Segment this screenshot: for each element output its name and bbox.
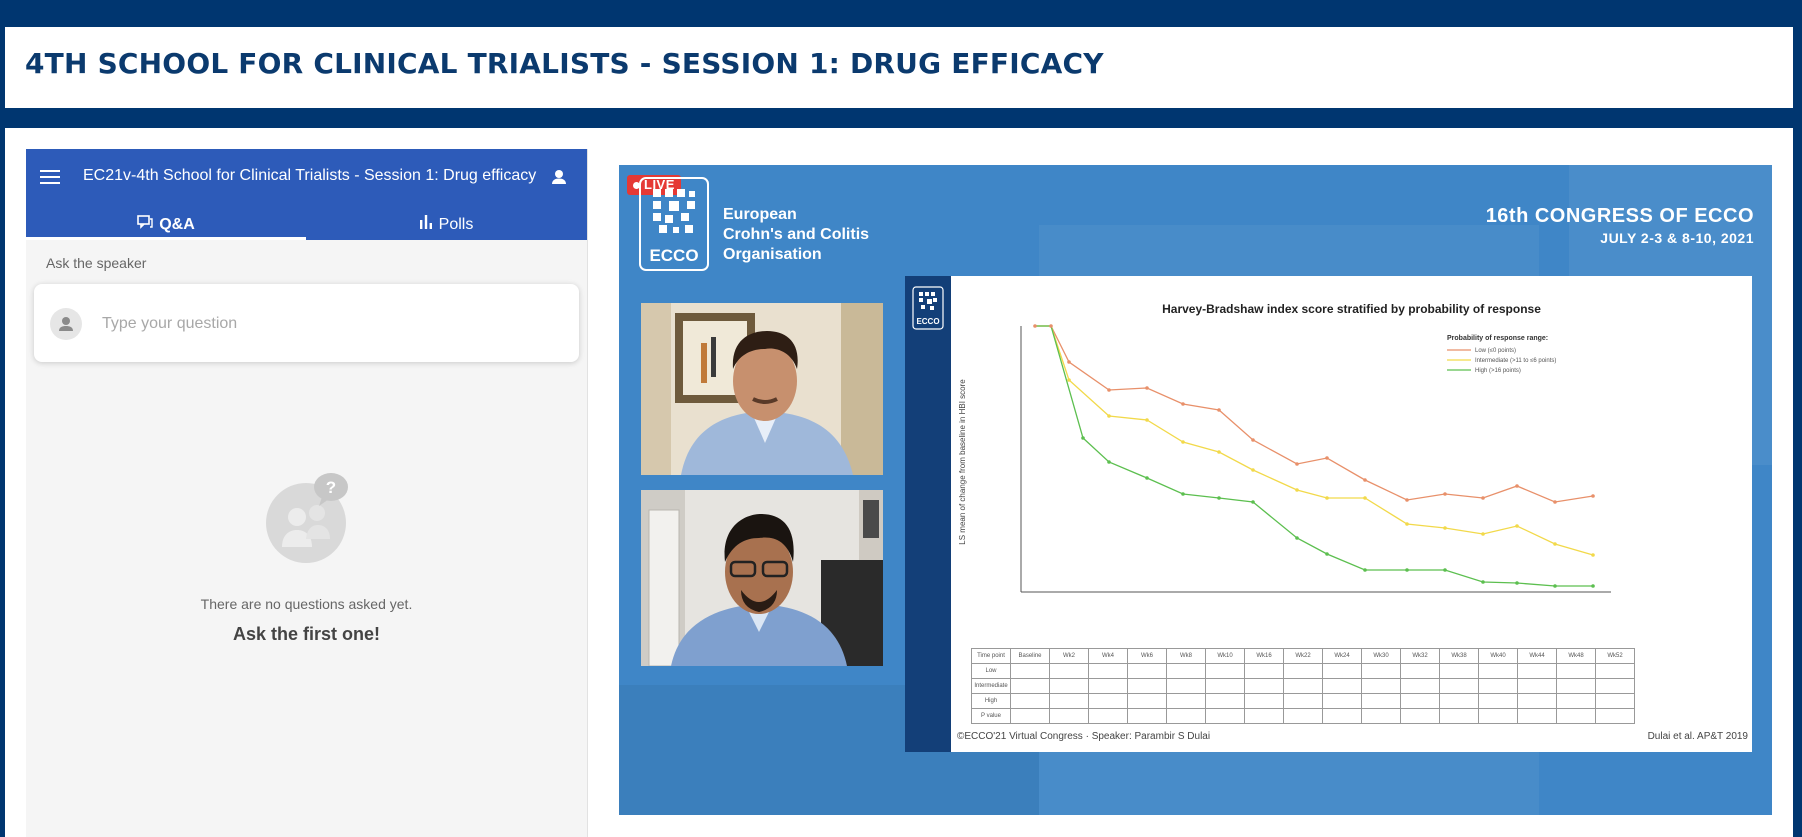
svg-text:Low (≤0 points): Low (≤0 points)	[1475, 348, 1516, 354]
congress-title: 16th CONGRESS OF ECCO	[1485, 205, 1754, 227]
content-area: EC21v-4th School for Clinical Trialists …	[5, 128, 1793, 837]
qa-panel: EC21v-4th School for Clinical Trialists …	[26, 149, 588, 837]
tab-qa-label: Q&A	[159, 215, 195, 233]
session-name: EC21v-4th School for Clinical Trialists …	[83, 167, 537, 184]
tab-polls[interactable]: Polls	[306, 209, 586, 240]
avatar	[50, 308, 82, 340]
empty-state-message: There are no questions asked yet.	[200, 596, 413, 612]
slide-footer-right: Dulai et al. AP&T 2019	[1647, 731, 1748, 742]
question-input[interactable]	[100, 306, 544, 342]
congress-banner: 16th CONGRESS OF ECCO JULY 2-3 & 8-10, 2…	[1486, 205, 1754, 246]
congress-dates: JULY 2-3 & 8-10, 2021	[1600, 230, 1754, 246]
account-icon[interactable]	[549, 167, 569, 187]
speaker-video-1	[641, 303, 883, 475]
empty-state-cta: Ask the first one!	[232, 624, 381, 644]
svg-text:ECCO: ECCO	[649, 246, 698, 265]
svg-text:?: ?	[326, 478, 336, 497]
no-questions-icon: ?	[266, 473, 356, 563]
video-stream[interactable]: LIVE ECCO European Crohn's and Colitis O…	[619, 165, 1772, 815]
slide-footer-left: ©ECCO'21 Virtual Congress · Speaker: Par…	[957, 731, 1211, 742]
qa-header: EC21v-4th School for Clinical Trialists …	[26, 149, 587, 240]
slide-chart-ylabel: LS mean of change from baseline in HBI s…	[958, 379, 967, 545]
svg-text:Intermediate (>11 to ≤6 points: Intermediate (>11 to ≤6 points)	[1475, 358, 1556, 364]
organisation-name: European Crohn's and Colitis Organisatio…	[723, 206, 870, 263]
forum-icon	[137, 215, 153, 234]
tab-polls-label: Polls	[438, 215, 474, 233]
active-tab-indicator	[26, 237, 306, 240]
title-bar: 4TH SCHOOL FOR CLINICAL TRIALISTS - SESS…	[5, 27, 1793, 108]
slide-side-band: ECCO	[905, 276, 951, 752]
ask-label: Ask the speaker	[46, 255, 147, 271]
question-card	[34, 284, 579, 362]
page-title: 4TH SCHOOL FOR CLINICAL TRIALISTS - SESS…	[25, 47, 1104, 80]
svg-text:Probability of response range:: Probability of response range:	[1447, 335, 1548, 342]
slide-ecco-logo: ECCO	[912, 286, 944, 330]
slide-chart: LS mean of change from baseline in HBI s…	[958, 324, 1611, 593]
speaker-video-2	[641, 490, 883, 666]
svg-text:ECCO: ECCO	[916, 317, 939, 326]
presentation-slide: ECCO Harvey-Bradshaw index score stratif…	[905, 276, 1752, 752]
slide-data-table: Time point Baseline Wk2 Wk4 Wk6 Wk8 Wk10 Wk16 W…	[971, 648, 1635, 724]
svg-text:High (>16 points): High (>16 points)	[1475, 368, 1521, 374]
bar-chart-icon	[419, 215, 433, 234]
ecco-logo: ECCO	[639, 177, 709, 271]
tab-qa[interactable]: Q&A	[26, 209, 306, 240]
hamburger-menu-icon[interactable]	[40, 170, 60, 186]
slide-legend: Probability of response range: Low (≤0 p…	[1447, 335, 1556, 374]
